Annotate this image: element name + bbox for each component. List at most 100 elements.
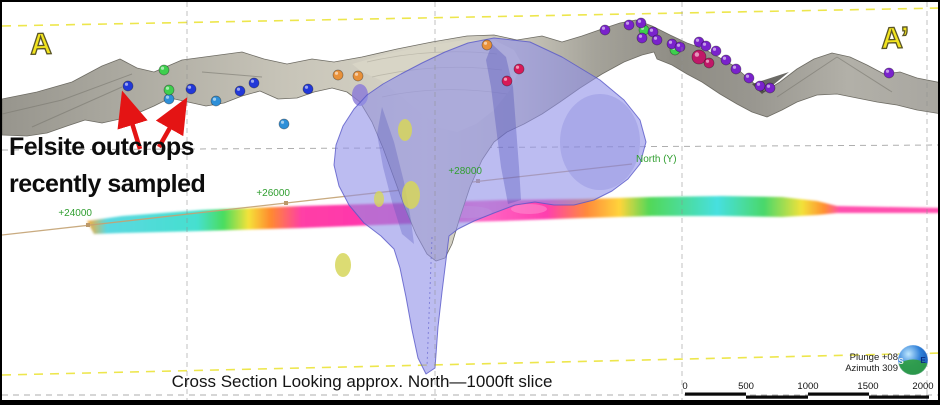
sample-point-highlight <box>504 78 507 81</box>
sample-point <box>211 96 221 106</box>
azimuth-value: Azimuth 309 <box>802 363 898 374</box>
sample-point-highlight <box>639 35 642 38</box>
sample-point <box>704 58 714 68</box>
felsite-pod <box>398 119 412 141</box>
scale-label: 1000 <box>797 381 818 392</box>
sample-point-highlight <box>650 29 653 32</box>
sample-point-highlight <box>166 96 169 99</box>
axis-tick-label: +28000 <box>448 166 482 177</box>
sample-point <box>652 35 662 45</box>
sample-point-highlight <box>166 87 169 90</box>
axis-tick-label: +24000 <box>58 208 92 219</box>
sample-point-highlight <box>355 73 358 76</box>
scale-segment <box>685 393 746 396</box>
sample-point-highlight <box>886 70 889 73</box>
sample-point <box>755 81 765 91</box>
sample-point <box>353 71 363 81</box>
scale-label: 2000 <box>912 381 933 392</box>
felsite-pod <box>402 181 420 209</box>
sample-point-highlight <box>733 66 736 69</box>
sample-point <box>624 20 634 30</box>
sample-point-highlight <box>305 86 308 89</box>
axis-tick-mark <box>284 201 288 205</box>
sample-point-highlight <box>161 67 164 70</box>
sample-point <box>279 119 289 129</box>
sample-point-highlight <box>484 42 487 45</box>
sample-point <box>636 18 646 28</box>
sample-point <box>637 33 647 43</box>
axis-name-label: North (Y) <box>636 154 677 165</box>
sample-point-highlight <box>757 83 760 86</box>
sample-point-highlight <box>516 66 519 69</box>
felsite-annotation-line1: Felsite outcrops <box>9 129 205 166</box>
sample-point-highlight <box>746 75 749 78</box>
sample-point <box>701 41 711 51</box>
sample-point <box>731 64 741 74</box>
3d-section-viewport[interactable]: +24000 +26000 +28000 North (Y) 0 500 100… <box>0 0 940 405</box>
sample-point <box>884 68 894 78</box>
cross-section-scene: +24000 +26000 +28000 North (Y) 0 500 100… <box>2 2 940 405</box>
sample-point-highlight <box>654 37 657 40</box>
sample-point <box>249 78 259 88</box>
sample-point <box>765 83 775 93</box>
scale-segment <box>869 396 929 399</box>
axis-tick-label: +26000 <box>256 188 290 199</box>
sample-point <box>675 42 685 52</box>
sample-point <box>711 46 721 56</box>
sample-point-highlight <box>638 20 641 23</box>
sample-point-highlight <box>695 52 699 56</box>
section-start-label: A <box>29 28 52 63</box>
sample-point-highlight <box>696 39 699 42</box>
compass-east-label: E <box>920 356 926 365</box>
sample-point <box>123 81 133 91</box>
grid-yellow-top <box>2 8 940 26</box>
sample-point-highlight <box>125 83 128 86</box>
compass-west-label: S <box>898 357 904 366</box>
sample-point <box>600 25 610 35</box>
sample-point-highlight <box>335 72 338 75</box>
scale-label: 500 <box>738 381 754 392</box>
sample-point-highlight <box>677 44 680 47</box>
model-lobe-shade <box>560 94 640 190</box>
plunge-value: Plunge +08 <box>802 352 898 363</box>
felsite-pod <box>335 253 351 277</box>
sample-point-highlight <box>703 43 706 46</box>
scale-segment <box>746 396 808 399</box>
axis-tick-mark <box>86 223 90 227</box>
sample-point <box>721 55 731 65</box>
sample-point <box>482 40 492 50</box>
sample-point-highlight <box>281 121 284 124</box>
sample-point-highlight <box>706 60 709 63</box>
section-caption: Cross Section Looking approx. North—1000… <box>112 372 612 392</box>
orientation-globe-icon[interactable]: S E <box>898 345 928 375</box>
felsite-pod <box>374 191 384 207</box>
sample-point-highlight <box>251 80 254 83</box>
sample-point <box>235 86 245 96</box>
sample-point <box>164 94 174 104</box>
sample-point-highlight <box>237 88 240 91</box>
sample-point-highlight <box>213 98 216 101</box>
scale-segment <box>808 393 869 396</box>
sample-point <box>744 73 754 83</box>
sample-point <box>159 65 169 75</box>
felsite-annotation-line2: recently sampled <box>9 166 205 203</box>
section-end-label: A’ <box>880 22 910 57</box>
sample-point <box>333 70 343 80</box>
sample-point-highlight <box>767 85 770 88</box>
felsite-annotation: Felsite outcrops recently sampled <box>9 129 205 203</box>
sample-point <box>303 84 313 94</box>
sample-point-highlight <box>713 48 716 51</box>
scale-label: 0 <box>682 381 687 392</box>
sample-point <box>164 85 174 95</box>
sample-point-highlight <box>723 57 726 60</box>
view-orientation-info: Plunge +08 Azimuth 309 <box>802 352 898 374</box>
sample-point-highlight <box>626 22 629 25</box>
heatmap-high-patch <box>511 204 547 214</box>
sample-point <box>514 64 524 74</box>
scale-bar: 0 500 1000 1500 2000 <box>682 381 933 399</box>
sample-point-highlight <box>602 27 605 30</box>
scale-label: 1500 <box>857 381 878 392</box>
sample-point <box>502 76 512 86</box>
sample-point-highlight <box>188 86 191 89</box>
sample-point-highlight <box>669 41 672 44</box>
